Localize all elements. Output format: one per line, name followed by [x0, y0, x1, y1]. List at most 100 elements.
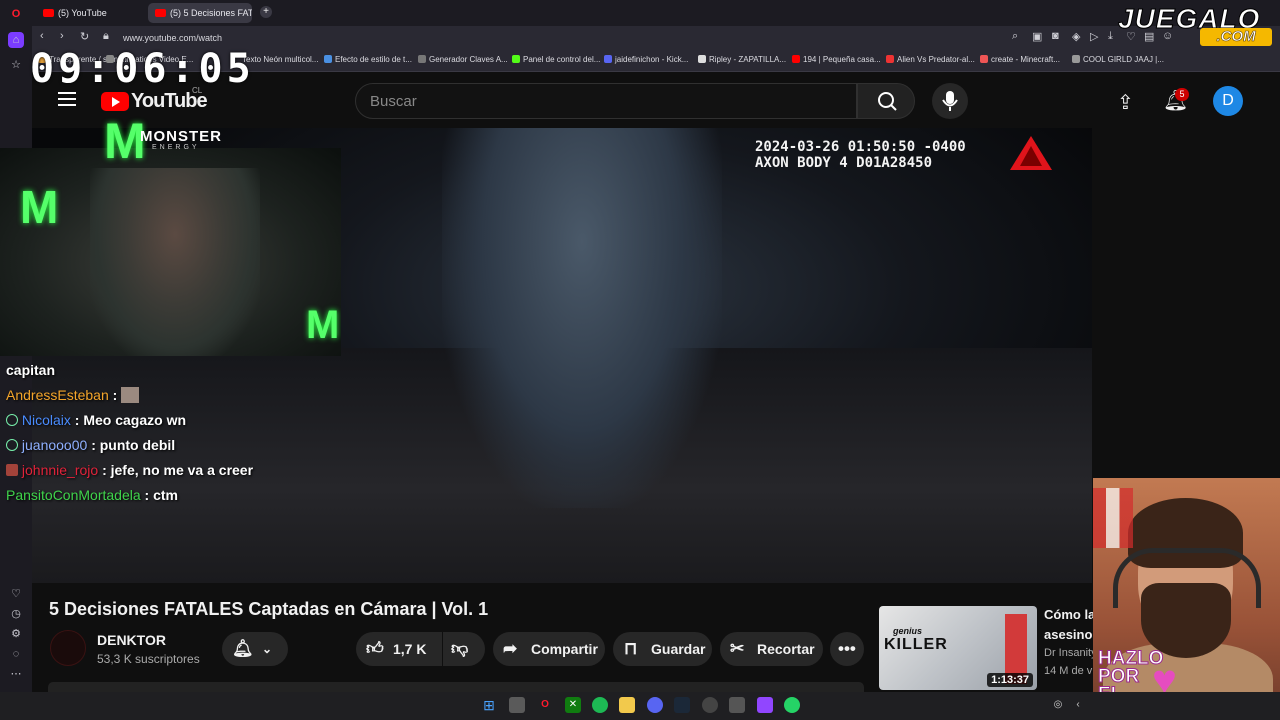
- spotify-icon[interactable]: [592, 697, 608, 713]
- reload-icon[interactable]: ↻: [80, 30, 89, 43]
- search-input[interactable]: Buscar: [355, 83, 857, 119]
- recommended-video-thumbnail[interactable]: genius KILLER 1:13:37: [879, 606, 1037, 690]
- download-icon[interactable]: ⤓: [1108, 30, 1113, 43]
- scissors-icon: ✂: [730, 639, 745, 658]
- chat-badge-icon: [6, 439, 18, 451]
- obs-icon[interactable]: [702, 697, 718, 713]
- bookmark[interactable]: Efecto de estilo de t...: [324, 55, 412, 64]
- thumbnail-text-big: KILLER: [884, 636, 948, 653]
- subscription-bell-button[interactable]: 🔔︎ ⌄: [222, 632, 288, 666]
- monster-brand-text: MONSTER: [140, 128, 222, 145]
- channel-avatar[interactable]: [50, 630, 86, 666]
- video-duration: 1:13:37: [987, 673, 1033, 687]
- youtube-logo-icon[interactable]: [101, 92, 129, 111]
- channel-watermark-icon: [1010, 136, 1052, 170]
- bookmark[interactable]: create - Minecraft...: [980, 55, 1060, 64]
- bookmark[interactable]: Ripley - ZAPATILLA...: [698, 55, 786, 64]
- recommended-video-title[interactable]: asesino: [1044, 627, 1092, 642]
- bodycam-device-id: AXON BODY 4 D01A28450: [755, 155, 933, 171]
- chat-text: : punto debil: [91, 437, 176, 453]
- search-page-icon[interactable]: ⌕: [1012, 30, 1018, 43]
- description-box[interactable]: [48, 682, 864, 692]
- tray-icon[interactable]: ◎: [1050, 697, 1066, 713]
- monster-sub-text: ENERGY: [152, 144, 200, 151]
- thumbnail-text-small: genius: [893, 626, 923, 636]
- pin-icon[interactable]: ☆: [8, 57, 24, 73]
- history-icon[interactable]: ◷: [8, 606, 24, 622]
- save-label: Guardar: [651, 641, 706, 657]
- save-button[interactable]: ⊓ Guardar: [613, 632, 712, 666]
- dislike-button[interactable]: 👎︎: [443, 632, 485, 666]
- tray-chevron-icon[interactable]: ‹: [1070, 697, 1086, 713]
- chat-user: johnnie_rojo: [21, 462, 99, 478]
- opera-logo-icon[interactable]: O: [8, 6, 24, 22]
- chevron-down-icon: ⌄: [262, 642, 273, 656]
- chat-message: AndressEsteban :: [6, 387, 140, 403]
- tab-current-video[interactable]: (5) 5 Decisiones FATAL...: [148, 3, 252, 23]
- youtube-favicon-icon: [43, 9, 54, 17]
- windows-start-icon[interactable]: ⊞: [481, 697, 497, 713]
- bookmark[interactable]: COOL GIRLD JAAJ |...: [1072, 55, 1164, 64]
- steam-icon[interactable]: [674, 697, 690, 713]
- bell-icon: 🔔︎: [232, 639, 254, 658]
- clip-label: Recortar: [757, 641, 815, 657]
- tab-strip: (5) YouTube (5) 5 Decisiones FATAL... +: [32, 0, 1280, 26]
- video-title: 5 Decisiones FATALES Captadas en Cámara …: [49, 599, 489, 619]
- bulb-icon[interactable]: ◌: [8, 646, 24, 662]
- share-arrow-icon: ➦: [503, 639, 518, 658]
- workspace-icon[interactable]: ⌂: [8, 32, 24, 48]
- monster-claw-icon: M: [306, 303, 340, 347]
- back-icon[interactable]: ‹: [40, 30, 44, 42]
- opera-taskbar-icon[interactable]: O: [537, 697, 553, 713]
- bookmark[interactable]: Panel de control del...: [512, 55, 600, 64]
- xbox-icon[interactable]: ✕: [565, 697, 581, 713]
- clip-button[interactable]: ✂ Recortar: [720, 632, 823, 666]
- translate-icon[interactable]: ▣: [1032, 30, 1042, 43]
- streamer-webcam: [90, 168, 260, 356]
- voice-search-button[interactable]: [932, 83, 968, 119]
- bookmark[interactable]: jaidefinichon - Kick...: [604, 55, 688, 64]
- channel-name[interactable]: DENKTOR: [97, 632, 166, 648]
- more-icon[interactable]: ⋯: [8, 666, 24, 682]
- heart-sidebar-icon[interactable]: ♡: [8, 586, 24, 602]
- bookmark[interactable]: Alien Vs Predator-al...: [886, 55, 975, 64]
- url-field[interactable]: www.youtube.com/watch: [118, 29, 998, 47]
- chat-message: johnnie_rojo : jefe, no me va a creer: [6, 462, 253, 478]
- task-view-icon[interactable]: [509, 697, 525, 713]
- tab-label: (5) YouTube: [58, 8, 107, 18]
- chat-text: : ctm: [144, 487, 178, 503]
- chat-user: capitan: [6, 362, 56, 378]
- bookmark[interactable]: Generador Claves A...: [418, 55, 508, 64]
- stream-clock: 09:06:05: [30, 46, 255, 92]
- share-button[interactable]: ➦ Compartir: [493, 632, 605, 666]
- headphones-icon: [1113, 548, 1261, 608]
- video-subject: [442, 128, 722, 508]
- discord-icon[interactable]: [647, 697, 663, 713]
- play-icon[interactable]: ▷: [1090, 30, 1098, 43]
- recommended-video-title[interactable]: Cómo la: [1044, 607, 1095, 622]
- settings-icon[interactable]: ⚙: [8, 626, 24, 642]
- app-icon[interactable]: [729, 697, 745, 713]
- whatsapp-icon[interactable]: [784, 697, 800, 713]
- hamburger-menu-icon[interactable]: [58, 92, 76, 106]
- recommended-views: 14 M de v: [1044, 665, 1093, 677]
- shield-icon[interactable]: ◈: [1072, 30, 1080, 43]
- camera-icon[interactable]: ◙: [1052, 30, 1059, 42]
- chat-user: Nicolaix: [21, 412, 71, 428]
- chat-message: juanooo00 : punto debil: [6, 437, 175, 453]
- bookmark[interactable]: 194 | Pequeña casa...: [792, 55, 881, 64]
- thumbs-up-icon: 👍︎: [366, 639, 384, 658]
- chat-badge-icon: [6, 414, 18, 426]
- chat-user: AndressEsteban: [6, 387, 109, 403]
- streamer-app-icon[interactable]: [757, 697, 773, 713]
- user-avatar[interactable]: D: [1213, 86, 1243, 116]
- file-explorer-icon[interactable]: [619, 697, 635, 713]
- upload-icon[interactable]: ⇪: [1117, 90, 1134, 115]
- new-tab-icon[interactable]: +: [260, 6, 272, 18]
- forward-icon[interactable]: ›: [60, 30, 64, 42]
- search-button[interactable]: [857, 83, 915, 119]
- recommended-channel: Dr Insanity: [1044, 647, 1097, 659]
- more-actions-button[interactable]: •••: [830, 632, 864, 666]
- like-button[interactable]: 👍︎ 1,7 K: [356, 632, 442, 666]
- tab-youtube-home[interactable]: (5) YouTube: [36, 3, 146, 23]
